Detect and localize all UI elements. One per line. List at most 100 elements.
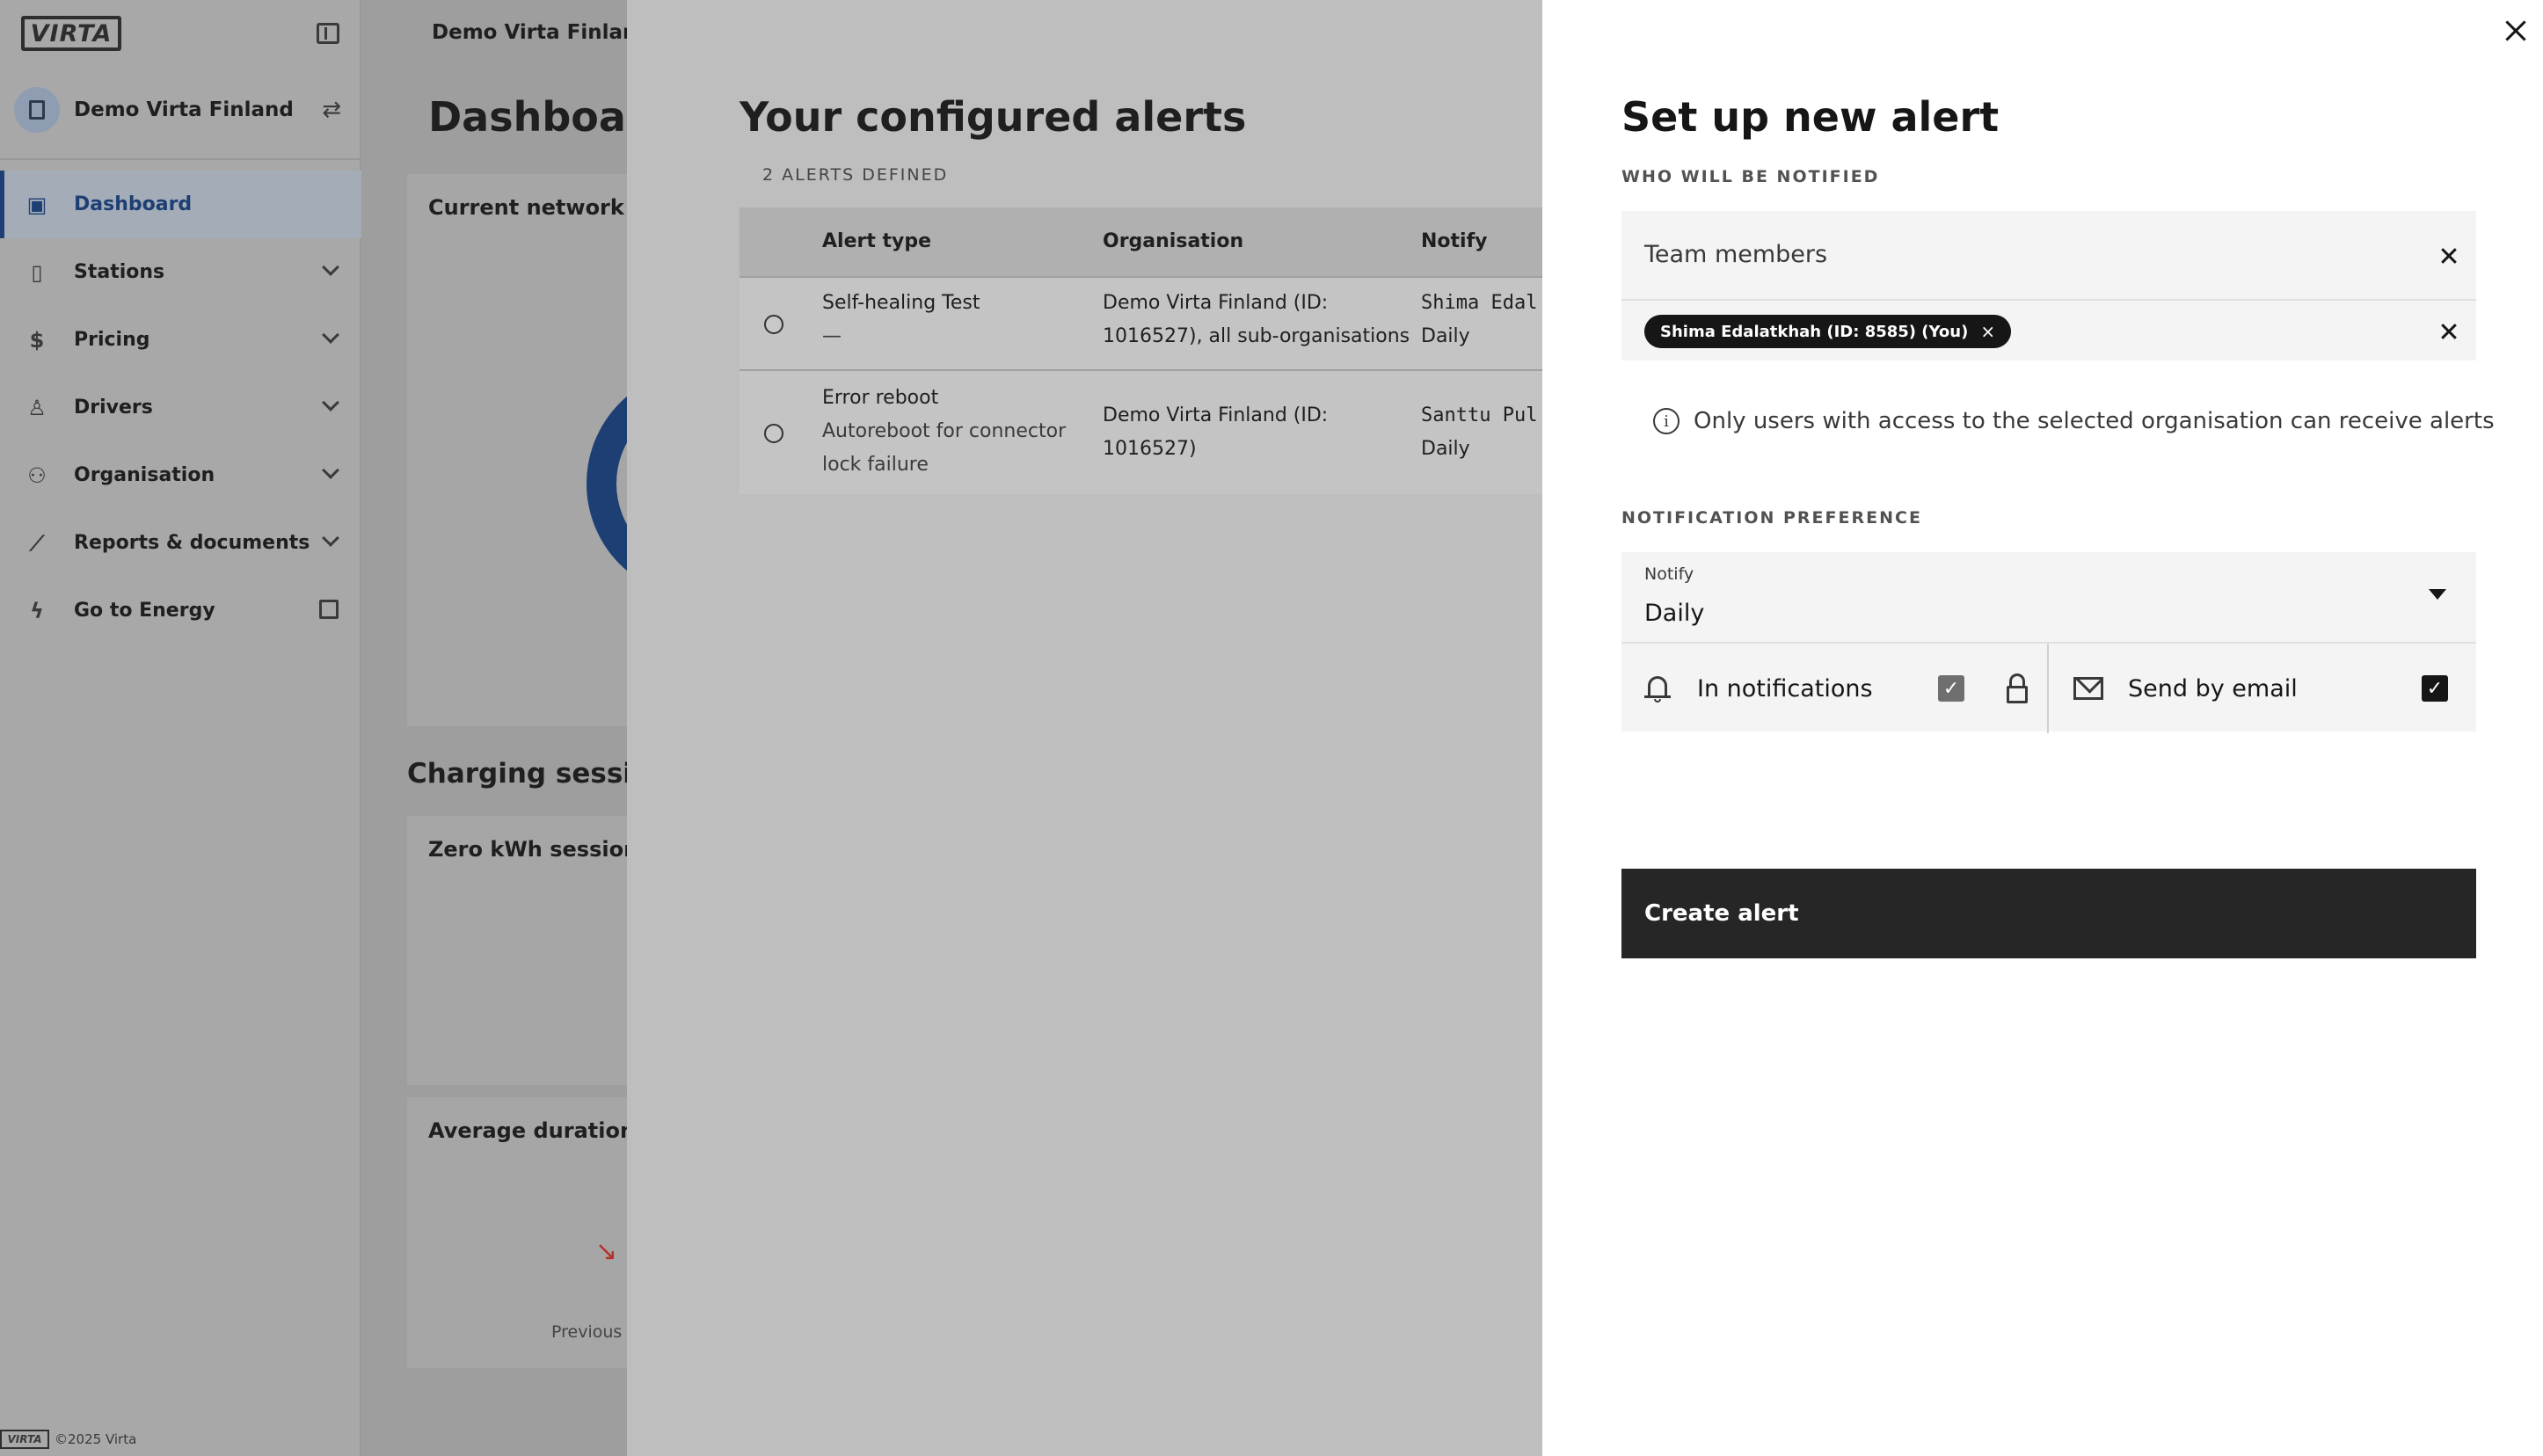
notify-value: Daily (1644, 600, 1705, 627)
clear-all-icon[interactable] (2439, 322, 2459, 341)
info-message: i Only users with access to the selected… (1653, 408, 2495, 434)
notification-channels: In notifications ✓ Send by email ✓ (1621, 642, 2476, 733)
organisation-line: Demo Virta Finland (ID: (1103, 404, 1329, 426)
alert-subtype: — (822, 325, 842, 347)
notification-preference-label: NOTIFICATION PREFERENCE (1621, 508, 1922, 528)
member-tag-label: Shima Edalatkhah (ID: 8585) (You) (1660, 322, 1969, 341)
sidebar-item-dashboard[interactable]: ▣ Dashboard (0, 171, 361, 238)
footer: VIRTA ©2025 Virta (0, 1430, 136, 1449)
bell-icon (1643, 673, 1672, 703)
alerts-count: 2 ALERTS DEFINED (762, 165, 949, 185)
bolt-icon: ϟ (30, 598, 44, 623)
alerts-table: Alert type Organisation Notify Self-heal… (740, 207, 1542, 494)
station-icon: ▯ (31, 259, 43, 285)
row-radio[interactable] (764, 315, 783, 334)
collapse-sidebar-icon[interactable] (317, 23, 339, 44)
team-members-placeholder: Team members (1644, 241, 1828, 268)
team-members-select[interactable]: Team members (1621, 211, 2476, 301)
section-title: Charging session (407, 758, 627, 790)
organisation-line: 1016527), all sub-organisations (1103, 325, 1410, 347)
dashboard-org-header: Demo Virta Finland (I (432, 21, 627, 44)
in-notifications-option: In notifications (1621, 644, 1873, 733)
member-tag[interactable]: Shima Edalatkhah (ID: 8585) (You) × (1644, 315, 2012, 348)
notify-cell: Shima Edal Daily (1421, 287, 1537, 353)
notify-frequency: Daily (1421, 438, 1470, 460)
in-notifications-label: In notifications (1697, 674, 1873, 703)
dollar-icon: $ (29, 327, 45, 353)
sidebar-item-drivers[interactable]: ♙ Drivers (0, 374, 361, 441)
switch-org-icon[interactable]: ⇄ (322, 97, 341, 123)
org-name: Demo Virta Finland (74, 98, 294, 121)
organisation-cell: Demo Virta Finland (ID: 1016527), all su… (1103, 287, 1410, 353)
column-header: Notify (1421, 230, 1488, 252)
external-link-icon (319, 600, 339, 619)
column-header: Alert type (822, 230, 932, 252)
selected-members: Shima Edalatkhah (ID: 8585) (You) × (1621, 301, 2476, 360)
dashboard-background: Demo Virta Finland (I Dashboard Current … (363, 0, 627, 1456)
who-notified-label: WHO WILL BE NOTIFIED (1621, 167, 1880, 186)
create-alert-button[interactable]: Create alert (1621, 869, 2476, 958)
notify-user: Santtu Pul (1421, 404, 1538, 426)
remove-tag-icon[interactable]: × (1980, 321, 1995, 342)
table-header: Alert type Organisation Notify (740, 207, 1542, 276)
virta-logo[interactable]: VIRTA (21, 16, 121, 51)
row-radio[interactable] (764, 424, 783, 443)
sidebar-item-label: Organisation (74, 464, 215, 486)
dashboard-icon: ▣ (26, 192, 47, 217)
mail-icon (2073, 677, 2103, 700)
chevron-down-icon (322, 326, 339, 344)
card-title: Average duration (428, 1118, 627, 1143)
drawer-title: Set up new alert (1621, 93, 2000, 141)
sidebar-nav: ▣ Dashboard ▯ Stations $ Pricing ♙ Drive… (0, 171, 361, 644)
sidebar-item-stations[interactable]: ▯ Stations (0, 238, 361, 306)
zero-kwh-card: Zero kWh sessions (407, 816, 627, 1085)
configured-alerts-panel: Your configured alerts 2 ALERTS DEFINED … (627, 0, 1542, 1456)
close-icon[interactable] (2503, 18, 2529, 44)
organisation-icon: ⚇ (27, 462, 47, 488)
notify-label: Notify (1644, 564, 1694, 584)
chevron-down-icon (322, 529, 339, 547)
table-row[interactable]: Self-healing Test — Demo Virta Finland (… (740, 276, 1542, 369)
organisation-cell: Demo Virta Finland (ID: 1016527) (1103, 399, 1328, 466)
chevron-down-icon (322, 258, 339, 276)
in-notifications-checkbox: ✓ (1938, 675, 1964, 702)
driver-icon: ♙ (27, 395, 47, 420)
building-icon (14, 87, 60, 133)
organisation-line: Demo Virta Finland (ID: (1103, 292, 1329, 314)
send-email-checkbox[interactable]: ✓ (2422, 675, 2448, 702)
table-row[interactable]: Error reboot Autoreboot for connector lo… (740, 369, 1542, 494)
footer-logo: VIRTA (0, 1430, 49, 1449)
alert-subtype: lock failure (822, 454, 929, 476)
clear-icon[interactable] (2439, 246, 2459, 266)
sidebar-item-label: Dashboard (74, 193, 193, 215)
organisation-line: 1016527) (1103, 438, 1197, 460)
sidebar-item-reports[interactable]: ⟋ Reports & documents (0, 509, 361, 577)
notify-frequency-select[interactable]: Notify Daily (1621, 552, 2476, 642)
sidebar: VIRTA Demo Virta Finland ⇄ ▣ Dashboard ▯… (0, 0, 361, 1456)
chevron-down-icon (322, 462, 339, 479)
send-email-option: Send by email (2049, 644, 2298, 733)
lock-icon (2007, 673, 2028, 703)
sidebar-item-label: Go to Energy (74, 600, 215, 622)
divider (0, 158, 361, 160)
copyright: ©2025 Virta (55, 1431, 137, 1447)
alert-type: Self-healing Test (822, 292, 980, 314)
notify-cell: Santtu Pul Daily (1421, 399, 1537, 466)
alerts-title: Your configured alerts (740, 93, 1247, 141)
notify-frequency: Daily (1421, 325, 1470, 347)
notify-user: Shima Edal (1421, 292, 1538, 314)
chart-icon: ⟋ (29, 530, 45, 556)
card-title: Zero kWh sessions (428, 837, 627, 862)
sidebar-item-pricing[interactable]: $ Pricing (0, 306, 361, 374)
page-title: Dashboard (428, 93, 627, 141)
org-switcher[interactable]: Demo Virta Finland ⇄ (14, 86, 348, 134)
column-header: Organisation (1103, 230, 1244, 252)
caret-down-icon[interactable] (2429, 589, 2446, 600)
sidebar-item-organisation[interactable]: ⚇ Organisation (0, 441, 361, 509)
sidebar-item-go-to-energy[interactable]: ϟ Go to Energy (0, 577, 361, 644)
trend-down-icon: ↘ (595, 1236, 618, 1267)
chevron-down-icon (322, 394, 339, 411)
alert-type: Error reboot (822, 387, 939, 409)
alert-subtype: Autoreboot for connector (822, 420, 1067, 442)
previous-label: Previous (551, 1322, 623, 1342)
